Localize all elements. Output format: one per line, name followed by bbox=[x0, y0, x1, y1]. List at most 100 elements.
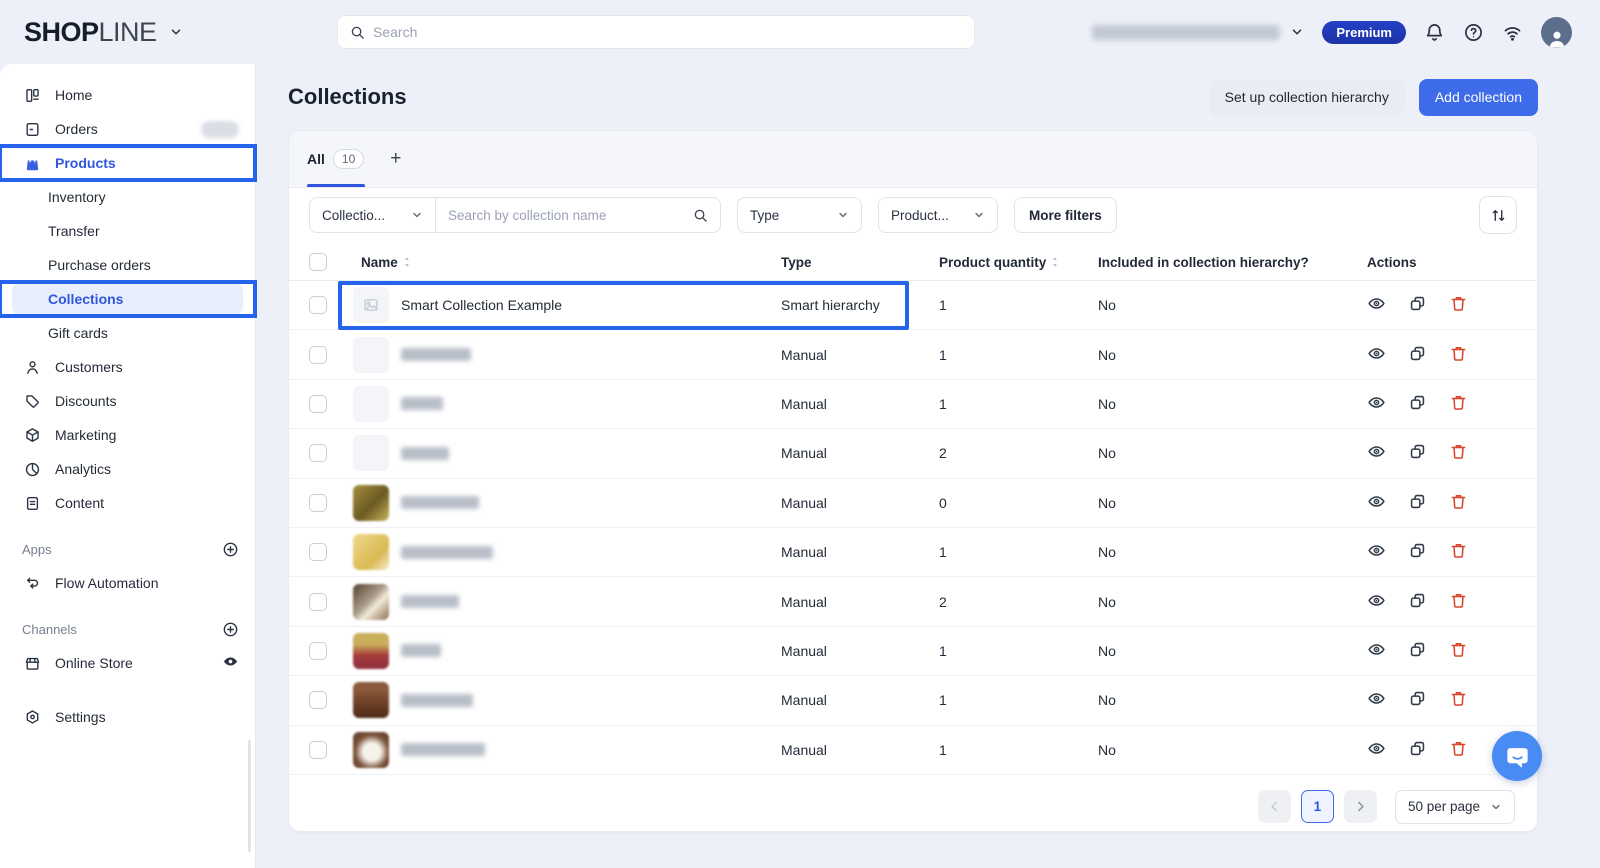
sidebar-item-gift-cards[interactable]: Gift cards bbox=[0, 316, 255, 350]
collection-search[interactable] bbox=[436, 197, 721, 233]
sort-button[interactable] bbox=[1479, 196, 1517, 234]
sidebar-item-products[interactable]: Products bbox=[0, 146, 255, 180]
collection-name-blurred[interactable] bbox=[401, 743, 485, 756]
sidebar-item-flow-automation[interactable]: Flow Automation bbox=[0, 566, 255, 600]
duplicate-icon[interactable] bbox=[1408, 640, 1427, 662]
collection-name-blurred[interactable] bbox=[401, 546, 493, 559]
sidebar-item-content[interactable]: Content bbox=[0, 486, 255, 520]
row-checkbox[interactable] bbox=[309, 494, 327, 512]
row-checkbox[interactable] bbox=[309, 642, 327, 660]
sidebar-item-online-store[interactable]: Online Store bbox=[0, 646, 255, 680]
collection-name-blurred[interactable] bbox=[401, 447, 449, 460]
duplicate-icon[interactable] bbox=[1408, 541, 1427, 563]
collection-field-dropdown[interactable]: Collectio... bbox=[309, 197, 436, 233]
trash-icon[interactable] bbox=[1449, 442, 1468, 464]
row-checkbox[interactable] bbox=[309, 543, 327, 561]
duplicate-icon[interactable] bbox=[1408, 492, 1427, 514]
column-header-included[interactable]: Included in collection hierarchy? bbox=[1098, 255, 1357, 270]
row-checkbox[interactable] bbox=[309, 395, 327, 413]
collection-name[interactable]: Smart Collection Example bbox=[401, 297, 562, 313]
sidebar-item-home[interactable]: Home bbox=[0, 78, 255, 112]
trash-icon[interactable] bbox=[1449, 739, 1468, 761]
collection-name-blurred[interactable] bbox=[401, 644, 441, 657]
shopline-logo[interactable]: SHOPLINE bbox=[24, 17, 183, 48]
view-icon[interactable] bbox=[1367, 689, 1386, 711]
type-filter-dropdown[interactable]: Type bbox=[737, 197, 862, 233]
setup-hierarchy-button[interactable]: Set up collection hierarchy bbox=[1209, 79, 1405, 116]
row-checkbox[interactable] bbox=[309, 691, 327, 709]
tab-all[interactable]: All 10 bbox=[307, 131, 364, 187]
global-search[interactable] bbox=[337, 15, 975, 49]
global-search-input[interactable] bbox=[373, 24, 962, 40]
trash-icon[interactable] bbox=[1449, 591, 1468, 613]
view-icon[interactable] bbox=[1367, 442, 1386, 464]
avatar[interactable] bbox=[1541, 17, 1572, 48]
sidebar-item-analytics[interactable]: Analytics bbox=[0, 452, 255, 486]
account-switcher[interactable] bbox=[1092, 25, 1304, 40]
view-icon[interactable] bbox=[1367, 492, 1386, 514]
collection-name-blurred[interactable] bbox=[401, 397, 443, 410]
trash-icon[interactable] bbox=[1449, 294, 1468, 316]
sidebar-item-orders[interactable]: Orders bbox=[0, 112, 255, 146]
duplicate-icon[interactable] bbox=[1408, 393, 1427, 415]
select-all-checkbox[interactable] bbox=[309, 253, 327, 271]
sidebar-item-collections[interactable]: Collections bbox=[0, 282, 255, 316]
live-chat-button[interactable] bbox=[1492, 731, 1542, 781]
duplicate-icon[interactable] bbox=[1408, 294, 1427, 316]
duplicate-icon[interactable] bbox=[1408, 591, 1427, 613]
column-header-type[interactable]: Type bbox=[781, 255, 939, 270]
row-checkbox[interactable] bbox=[309, 296, 327, 314]
trash-icon[interactable] bbox=[1449, 344, 1468, 366]
view-icon[interactable] bbox=[1367, 541, 1386, 563]
duplicate-icon[interactable] bbox=[1408, 689, 1427, 711]
collection-name-blurred[interactable] bbox=[401, 496, 479, 509]
duplicate-icon[interactable] bbox=[1408, 739, 1427, 761]
sidebar-item-purchase-orders[interactable]: Purchase orders bbox=[0, 248, 255, 282]
column-header-name[interactable]: Name bbox=[353, 255, 781, 270]
plus-circle-icon[interactable] bbox=[222, 541, 239, 558]
row-checkbox[interactable] bbox=[309, 346, 327, 364]
trash-icon[interactable] bbox=[1449, 492, 1468, 514]
sidebar-item-settings[interactable]: Settings bbox=[0, 700, 255, 734]
network-status-icon[interactable] bbox=[1502, 22, 1523, 43]
collection-name-blurred[interactable] bbox=[401, 348, 471, 361]
collection-name-blurred[interactable] bbox=[401, 595, 459, 608]
next-page-button[interactable] bbox=[1344, 790, 1377, 823]
sidebar-item-customers[interactable]: Customers bbox=[0, 350, 255, 384]
previous-page-button[interactable] bbox=[1258, 790, 1291, 823]
trash-icon[interactable] bbox=[1449, 393, 1468, 415]
sidebar-scrollbar[interactable] bbox=[248, 740, 251, 852]
sidebar-item-discounts[interactable]: Discounts bbox=[0, 384, 255, 418]
duplicate-icon[interactable] bbox=[1408, 442, 1427, 464]
row-checkbox[interactable] bbox=[309, 741, 327, 759]
add-tab-button[interactable]: + bbox=[390, 148, 401, 170]
per-page-dropdown[interactable]: 50 per page bbox=[1395, 790, 1515, 824]
page-number-button[interactable]: 1 bbox=[1301, 790, 1334, 823]
column-header-quantity[interactable]: Product quantity bbox=[939, 255, 1098, 270]
notifications-bell-icon[interactable] bbox=[1424, 22, 1445, 43]
premium-badge[interactable]: Premium bbox=[1322, 21, 1406, 44]
trash-icon[interactable] bbox=[1449, 541, 1468, 563]
view-icon[interactable] bbox=[1367, 344, 1386, 366]
help-icon[interactable] bbox=[1463, 22, 1484, 43]
view-icon[interactable] bbox=[1367, 393, 1386, 415]
view-icon[interactable] bbox=[1367, 294, 1386, 316]
row-checkbox[interactable] bbox=[309, 593, 327, 611]
plus-circle-icon[interactable] bbox=[222, 621, 239, 638]
sidebar-item-transfer[interactable]: Transfer bbox=[0, 214, 255, 248]
trash-icon[interactable] bbox=[1449, 689, 1468, 711]
collection-search-input[interactable] bbox=[448, 208, 685, 223]
more-filters-button[interactable]: More filters bbox=[1014, 197, 1117, 233]
eye-icon[interactable] bbox=[222, 653, 239, 670]
row-checkbox[interactable] bbox=[309, 444, 327, 462]
trash-icon[interactable] bbox=[1449, 640, 1468, 662]
view-icon[interactable] bbox=[1367, 591, 1386, 613]
view-icon[interactable] bbox=[1367, 739, 1386, 761]
sidebar-item-inventory[interactable]: Inventory bbox=[0, 180, 255, 214]
view-icon[interactable] bbox=[1367, 640, 1386, 662]
sidebar-item-marketing[interactable]: Marketing bbox=[0, 418, 255, 452]
collection-name-blurred[interactable] bbox=[401, 694, 473, 707]
add-collection-button[interactable]: Add collection bbox=[1419, 79, 1538, 116]
duplicate-icon[interactable] bbox=[1408, 344, 1427, 366]
product-filter-dropdown[interactable]: Product... bbox=[878, 197, 998, 233]
